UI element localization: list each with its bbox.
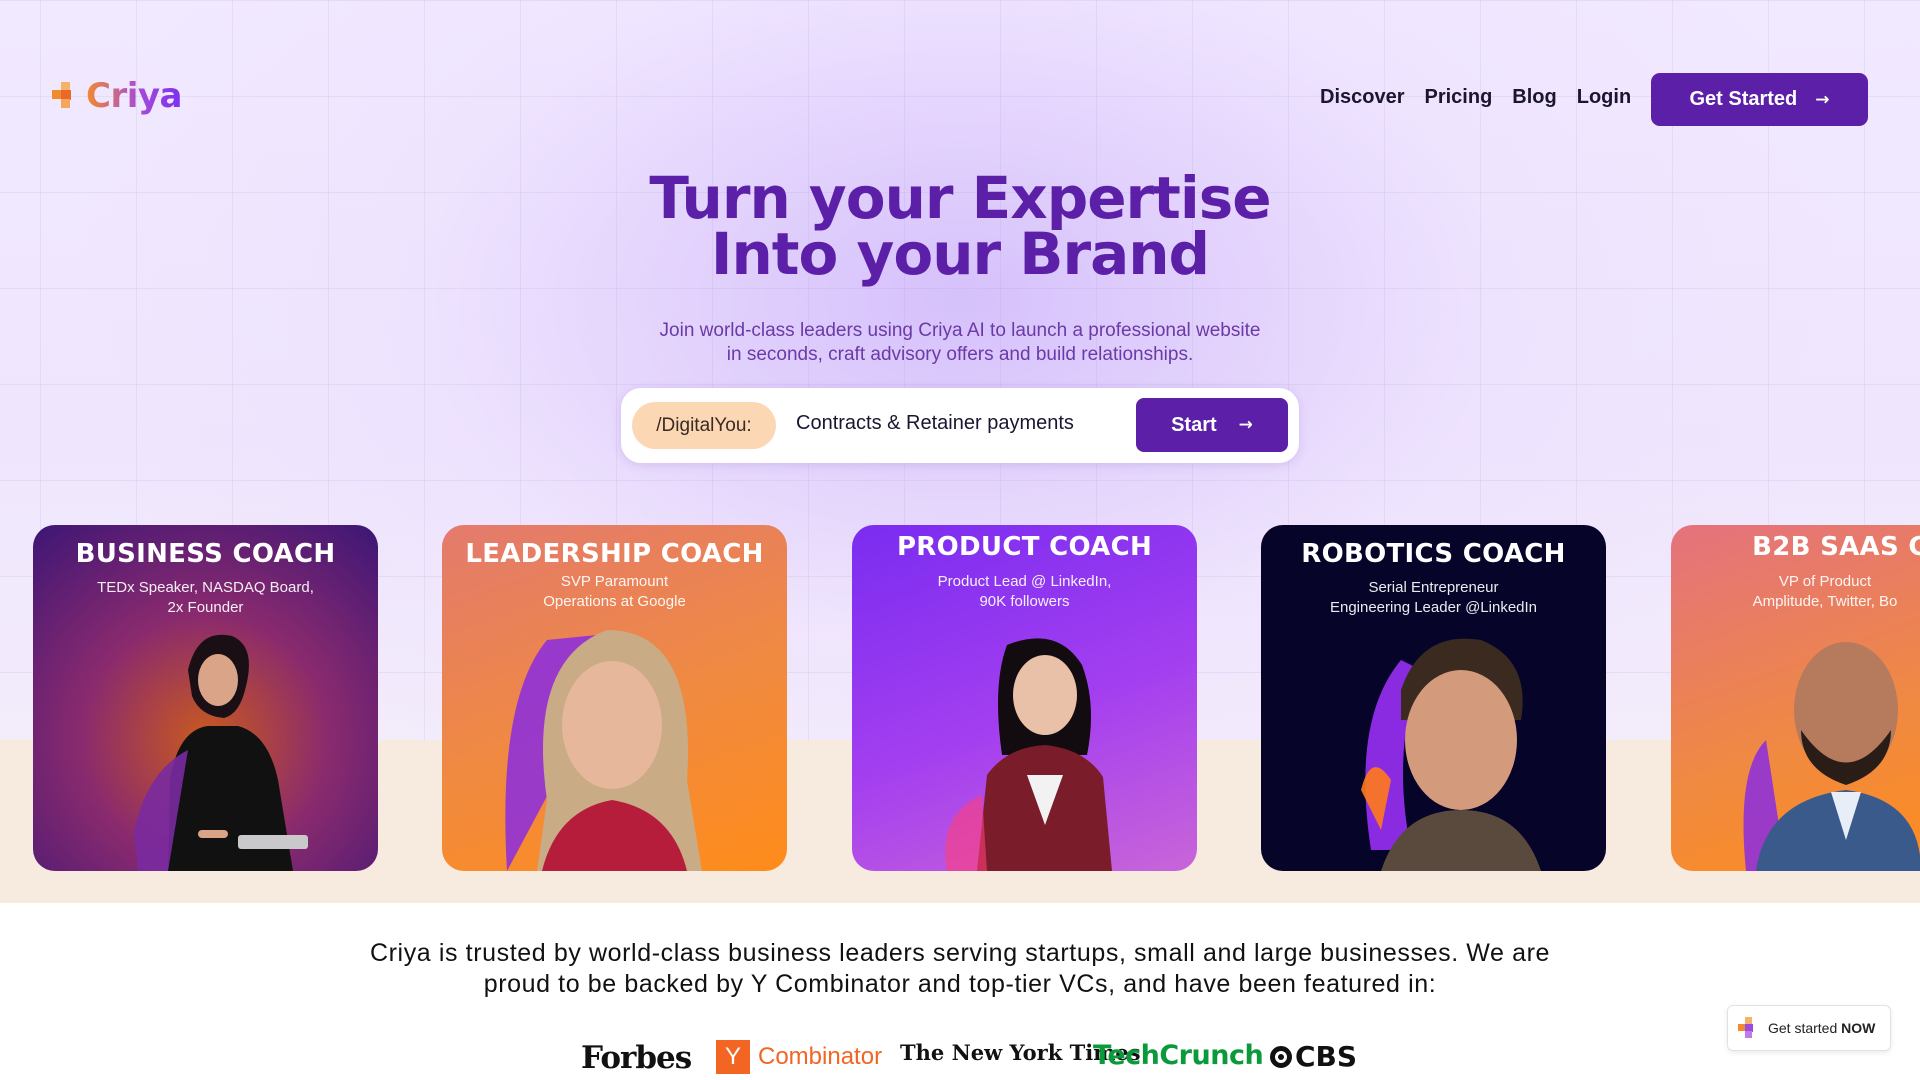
get-started-button[interactable]: Get Started → <box>1651 73 1868 126</box>
card-title: B2B SAAS COA <box>1752 532 1920 562</box>
nav-login[interactable]: Login <box>1577 86 1631 109</box>
coach-portrait <box>1361 638 1541 871</box>
cbs-logo: CBS <box>1270 1040 1357 1073</box>
headline-line-2: Into your Brand <box>710 220 1210 288</box>
start-label: Start <box>1171 413 1217 436</box>
card-title: ROBOTICS COACH <box>1301 539 1566 569</box>
card-subtitle: Serial Entrepreneur Engineering Leader @L… <box>1329 579 1538 616</box>
get-started-now-widget[interactable]: Get started NOW <box>1727 1005 1891 1051</box>
y-combinator-logo: Y Combinator <box>716 1040 882 1074</box>
subtitle-line-1: Join world-class leaders using Criya AI … <box>659 320 1261 341</box>
hero-headline: Turn your Expertise Into your Brand <box>360 169 1560 283</box>
card-subtitle: Product Lead @ LinkedIn, 90K followers <box>937 573 1112 610</box>
search-input[interactable]: Contracts & Retainer payments <box>796 412 1074 435</box>
coach-card-robotics[interactable]: ROBOTICS COACH Serial Entrepreneur Engine… <box>1261 525 1606 871</box>
coach-portrait <box>1743 642 1920 871</box>
coach-portrait <box>945 638 1112 871</box>
card-title: PRODUCT COACH <box>896 532 1153 562</box>
get-started-label: Get Started <box>1689 88 1798 110</box>
criya-logo-icon <box>1738 1017 1753 1038</box>
logo-wordmark: Criya <box>86 76 182 116</box>
coach-portrait <box>134 634 308 871</box>
coach-card-leadership[interactable]: LEADERSHIP COACH SVP Paramount Operations… <box>442 525 787 871</box>
card-subtitle: VP of Product Amplitude, Twitter, Bo <box>1752 573 1898 610</box>
trust-line-1: Criya is trusted by world-class business… <box>369 939 1551 967</box>
coach-card-b2b-saas[interactable]: B2B SAAS COA VP of ProductAmplitude, Twi… <box>1671 525 1920 871</box>
nav-pricing[interactable]: Pricing <box>1425 86 1493 109</box>
coach-portrait <box>505 630 702 871</box>
cbs-eye-icon <box>1270 1045 1292 1068</box>
criya-logo[interactable]: Criya <box>52 76 182 116</box>
coach-card-business[interactable]: BUSINESS COACH TEDx Speaker, NASDAQ Boar… <box>33 525 378 871</box>
card-subtitle: TEDx Speaker, NASDAQ Board, 2x Founder <box>97 579 314 616</box>
card-title: LEADERSHIP COACH <box>465 539 764 569</box>
nav-discover[interactable]: Discover <box>1320 86 1405 109</box>
coach-card-product[interactable]: PRODUCT COACH Product Lead @ LinkedIn, 90… <box>852 525 1197 871</box>
criya-logo-icon <box>52 82 78 110</box>
arrow-right-icon: → <box>1238 415 1253 435</box>
techcrunch-logo: TechCrunch <box>1093 1040 1264 1071</box>
digitalyou-search-bar: /DigitalYou: Contracts & Retainer paymen… <box>621 388 1299 463</box>
digitalyou-prefix-chip: /DigitalYou: <box>632 402 776 449</box>
widget-label: Get started NOW <box>1768 1020 1876 1036</box>
nav-blog[interactable]: Blog <box>1512 86 1556 109</box>
yc-mark: Y <box>716 1040 750 1074</box>
yc-wordmark: Combinator <box>758 1043 883 1070</box>
start-button[interactable]: Start → <box>1136 398 1288 452</box>
card-title: BUSINESS COACH <box>75 539 336 569</box>
trust-statement: Criya is trusted by world-class business… <box>300 938 1620 1000</box>
cbs-wordmark: CBS <box>1295 1040 1358 1073</box>
forbes-logo: Forbes <box>581 1040 692 1076</box>
arrow-right-icon: → <box>1815 89 1830 110</box>
hero-subtitle: Join world-class leaders using Criya AI … <box>560 319 1360 367</box>
trust-line-2: proud to be backed by Y Combinator and t… <box>483 970 1437 998</box>
card-subtitle: SVP Paramount Operations at Google <box>543 573 686 610</box>
subtitle-line-2: in seconds, craft advisory offers and bu… <box>726 344 1194 365</box>
top-navigation: Discover Pricing Blog Login <box>1320 86 1631 109</box>
